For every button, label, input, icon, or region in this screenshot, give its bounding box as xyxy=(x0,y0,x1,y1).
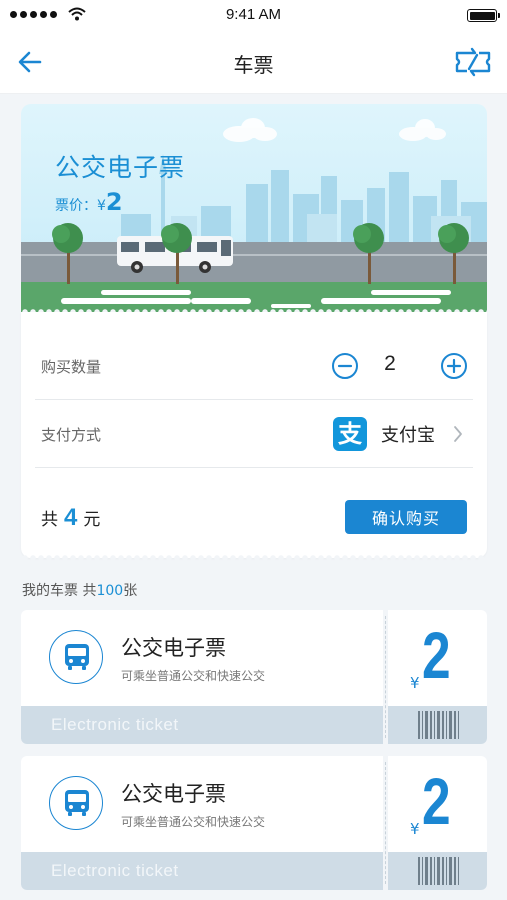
chevron-right-icon xyxy=(454,426,462,442)
total-price: 共4元 xyxy=(41,504,100,532)
confirm-purchase-button[interactable]: 确认购买 xyxy=(345,500,467,534)
ticket-footer-text: Electronic ticket xyxy=(51,715,179,734)
plus-circle-icon[interactable] xyxy=(440,352,468,380)
battery-icon xyxy=(467,9,500,22)
status-bar: 9:41 AM xyxy=(0,0,507,30)
quantity-label: 购买数量 xyxy=(41,358,102,376)
ticket-main: 公交电子票 可乘坐普通公交和快速公交 Electronic ticket xyxy=(21,756,383,890)
ticket-name: 公交电子票 xyxy=(121,636,226,660)
total-amount: 4 xyxy=(64,504,78,531)
total-unit: 元 xyxy=(83,510,101,530)
quantity-value[interactable]: 2 xyxy=(375,352,405,376)
ticket-main: 公交电子票 可乘坐普通公交和快速公交 Electronic ticket xyxy=(21,610,383,744)
bus-icon xyxy=(49,776,103,830)
hero-ticket-price: 票价：¥2 xyxy=(55,188,123,216)
nav-bar: 车票 xyxy=(0,30,507,94)
payment-method-name: 支付宝 xyxy=(381,425,435,446)
bus-icon xyxy=(49,630,103,684)
exchange-icon[interactable] xyxy=(453,45,493,79)
payment-label: 支付方式 xyxy=(41,426,102,444)
quantity-row: 购买数量 2 xyxy=(35,332,473,400)
my-tickets-count: 100 xyxy=(96,583,124,599)
ticket-card[interactable]: 公交电子票 可乘坐普通公交和快速公交 Electronic ticket ¥ 2 xyxy=(21,610,487,744)
ticket-stub-footer xyxy=(388,852,487,890)
ticket-footer-text: Electronic ticket xyxy=(51,861,179,880)
ticket-stub: ¥ 2 xyxy=(388,610,487,744)
ticket-name: 公交电子票 xyxy=(121,782,226,806)
minus-circle-icon[interactable] xyxy=(331,352,359,380)
perforation-edge-bottom xyxy=(21,555,487,561)
my-tickets-label: 我的车票 共 xyxy=(22,583,97,599)
hero-ticket-title: 公交电子票 xyxy=(55,153,186,182)
ticket-footer: Electronic ticket xyxy=(21,706,383,744)
alipay-icon: 支 xyxy=(333,417,367,451)
ticket-description: 可乘坐普通公交和快速公交 xyxy=(121,815,266,829)
hero-price-label: 票价：¥ xyxy=(55,198,106,214)
page-title: 车票 xyxy=(233,53,274,77)
ticket-description: 可乘坐普通公交和快速公交 xyxy=(121,669,266,683)
ticket-stub-footer xyxy=(388,706,487,744)
back-arrow-icon[interactable] xyxy=(14,47,46,77)
ticket-currency: ¥ xyxy=(410,820,420,838)
barcode-icon xyxy=(418,857,460,885)
ticket-currency: ¥ xyxy=(410,674,420,692)
ticket-card[interactable]: 公交电子票 可乘坐普通公交和快速公交 Electronic ticket ¥ 2 xyxy=(21,756,487,890)
ticket-stub: ¥ 2 xyxy=(388,756,487,890)
barcode-icon xyxy=(418,711,460,739)
ticket-value: 2 xyxy=(422,618,451,692)
ticket-value: 2 xyxy=(422,764,451,838)
payment-row[interactable]: 支付方式 支 支付宝 xyxy=(35,400,473,468)
ticket-footer: Electronic ticket xyxy=(21,852,383,890)
my-tickets-unit: 张 xyxy=(123,583,138,599)
ticket-banner: 公交电子票 票价：¥2 xyxy=(21,104,487,312)
hero-price-value: 2 xyxy=(105,188,123,216)
total-prefix: 共 xyxy=(41,510,58,530)
my-tickets-header: 我的车票 共100张 xyxy=(22,580,137,600)
purchase-card: 购买数量 2 支付方式 支 支付宝 共4元 确认购买 xyxy=(21,312,487,558)
status-time: 9:41 AM xyxy=(225,6,282,23)
